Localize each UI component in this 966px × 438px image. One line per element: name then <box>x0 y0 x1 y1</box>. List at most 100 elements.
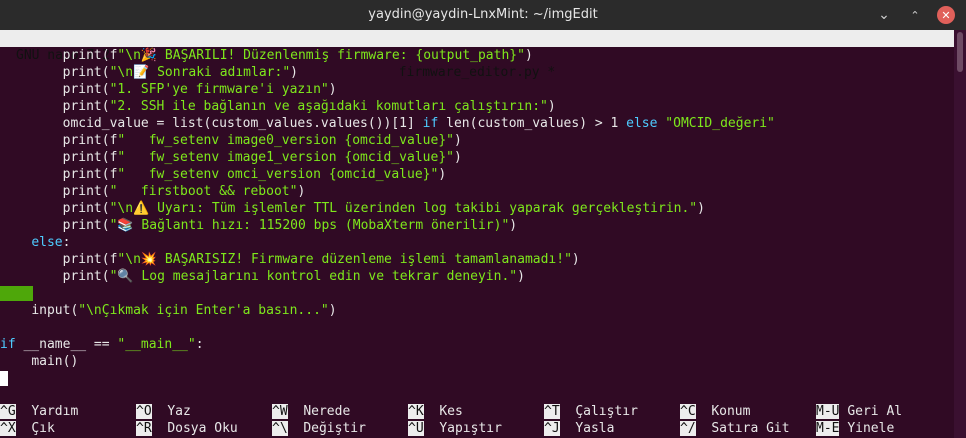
shortcut-item[interactable]: M-E Yinele <box>816 420 894 437</box>
code-line[interactable]: print(f"\n🎉 BAŞARILI! Düzenlenmiş firmwa… <box>0 47 954 64</box>
code-token: ) <box>509 218 518 233</box>
code-token: ) <box>438 167 447 182</box>
code-token: ) <box>571 252 580 267</box>
maximize-icon[interactable]: ⌃ <box>906 6 924 24</box>
code-token: ) <box>328 303 337 318</box>
code-token: main() <box>31 354 79 369</box>
code-token: print( <box>62 201 110 216</box>
code-token: print(f <box>62 150 118 165</box>
shortcut-item[interactable]: ^\ Değiştir <box>272 420 366 437</box>
code-token: : <box>62 235 71 250</box>
code-token: if <box>422 116 439 131</box>
code-token: " fw_setenv image0_version {omcid_value}… <box>117 133 454 148</box>
close-icon[interactable]: ✕ <box>937 6 955 24</box>
shortcut-key: ^/ <box>680 421 696 436</box>
code-line[interactable]: print(" firstboot && reboot") <box>0 183 954 200</box>
shortcut-label: Yaz <box>167 404 191 419</box>
code-token: omcid_value = list(custom_values.values(… <box>62 116 423 131</box>
code-line[interactable] <box>0 370 954 387</box>
code-line[interactable]: if __name__ == "__main__": <box>0 336 954 353</box>
code-token: "📚 Bağlantı hızı: 115200 bps (MobaXterm … <box>109 218 510 233</box>
shortcut-label: Değiştir <box>303 421 366 436</box>
shortcut-label: Çalıştır <box>575 404 638 419</box>
shortcut-item[interactable]: ^X Çık <box>0 420 55 437</box>
code-token: else <box>31 235 63 250</box>
code-token: len(custom_values) > 1 <box>438 116 627 131</box>
code-token: ) <box>453 133 462 148</box>
shortcut-item[interactable]: M-U Geri Al <box>816 403 902 420</box>
code-token: else <box>626 116 658 131</box>
scrollbar-thumb[interactable] <box>957 32 963 72</box>
text-cursor <box>0 371 8 386</box>
code-line[interactable]: print("2. SSH ile bağlanın ve aşağıdaki … <box>0 98 954 115</box>
code-token: ) <box>297 184 306 199</box>
code-line[interactable]: else: <box>0 234 954 251</box>
shortcut-item[interactable]: ^G Yardım <box>0 403 78 420</box>
shortcut-item[interactable]: ^/ Satıra Git <box>680 420 790 437</box>
code-line[interactable]: print("\n⚠️ Uyarı: Tüm işlemler TTL üzer… <box>0 200 954 217</box>
shortcut-item[interactable]: ^R Dosya Oku <box>136 420 238 437</box>
code-line[interactable] <box>0 285 954 302</box>
code-line[interactable]: print("📚 Bağlantı hızı: 115200 bps (Moba… <box>0 217 954 234</box>
window-titlebar: yaydin@yaydin-LnxMint: ~/imgEdit ⌄ ⌃ ✕ <box>0 0 966 30</box>
code-token: print( <box>62 269 110 284</box>
code-token: ) <box>547 99 556 114</box>
shortcut-label: Dosya Oku <box>167 421 238 436</box>
shortcut-row-1: ^G Yardım ^O Yaz ^W Nerede ^K Kes ^T Çalıştı… <box>0 403 954 420</box>
code-line[interactable]: print(f"\n💥 BAŞARISIZ! Firmware düzenlem… <box>0 251 954 268</box>
code-line[interactable]: input("\nÇıkmak için Enter'a basın...") <box>0 302 954 319</box>
code-line[interactable]: omcid_value = list(custom_values.values(… <box>0 115 954 132</box>
code-token: "\n📝 Sonraki adımlar:" <box>109 65 291 80</box>
shortcut-item[interactable]: ^J Yasla <box>544 420 614 437</box>
code-token: ) <box>328 82 337 97</box>
code-line[interactable]: print(f" fw_setenv image1_version {omcid… <box>0 149 954 166</box>
shortcut-item[interactable]: ^C Konum <box>680 403 750 420</box>
shortcut-key: ^G <box>0 404 16 419</box>
scrollbar[interactable] <box>954 30 966 438</box>
code-token: ) <box>697 201 705 216</box>
shortcut-key: ^O <box>136 404 152 419</box>
shortcut-label: Yasla <box>575 421 615 436</box>
shortcut-item[interactable]: ^T Çalıştır <box>544 403 638 420</box>
shortcut-item[interactable]: ^K Kes <box>408 403 463 420</box>
code-line[interactable]: print("\n📝 Sonraki adımlar:") <box>0 64 954 81</box>
shortcut-label: Satıra Git <box>711 421 790 436</box>
minimize-icon[interactable]: ⌄ <box>875 6 893 24</box>
code-token: " fw_setenv omci_version {omcid_value}" <box>117 167 439 182</box>
code-line[interactable]: print("1. SFP'ye firmware'i yazın") <box>0 81 954 98</box>
trailing-whitespace-highlight <box>0 286 33 301</box>
shortcut-item[interactable]: ^O Yaz <box>136 403 191 420</box>
code-line[interactable]: print(f" fw_setenv omci_version {omcid_v… <box>0 166 954 183</box>
shortcut-item[interactable]: ^W Nerede <box>272 403 350 420</box>
terminal-area[interactable]: GNU nano 7.2 firmware_editor.py * print(… <box>0 30 966 438</box>
code-token: "🔍 Log mesajlarını kontrol edin ve tekra… <box>109 269 518 284</box>
code-editor[interactable]: print(f"\n🎉 BAŞARILI! Düzenlenmiş firmwa… <box>0 47 954 387</box>
shortcut-item[interactable]: ^U Yapıştır <box>408 420 502 437</box>
code-token: "\n💥 BAŞARISIZ! Firmware düzenleme işlem… <box>117 252 572 267</box>
code-token: "\nÇıkmak için Enter'a basın..." <box>78 303 329 318</box>
code-line[interactable]: main() <box>0 353 954 370</box>
code-token: "OMCID_değeri" <box>665 116 775 131</box>
code-token: __name__ == <box>15 337 118 352</box>
shortcut-key: ^U <box>408 421 424 436</box>
code-token: print( <box>62 82 110 97</box>
code-token: print( <box>62 184 110 199</box>
window-title: yaydin@yaydin-LnxMint: ~/imgEdit <box>368 7 598 22</box>
code-token: if <box>0 337 16 352</box>
shortcut-key: ^K <box>408 404 424 419</box>
code-line[interactable] <box>0 319 954 336</box>
code-token: print(f <box>62 167 118 182</box>
code-line[interactable]: print(f" fw_setenv image0_version {omcid… <box>0 132 954 149</box>
shortcut-label: Yinele <box>847 421 895 436</box>
code-token: ) <box>290 65 298 80</box>
code-token: ) <box>524 48 533 63</box>
code-line[interactable]: print("🔍 Log mesajlarını kontrol edin ve… <box>0 268 954 285</box>
